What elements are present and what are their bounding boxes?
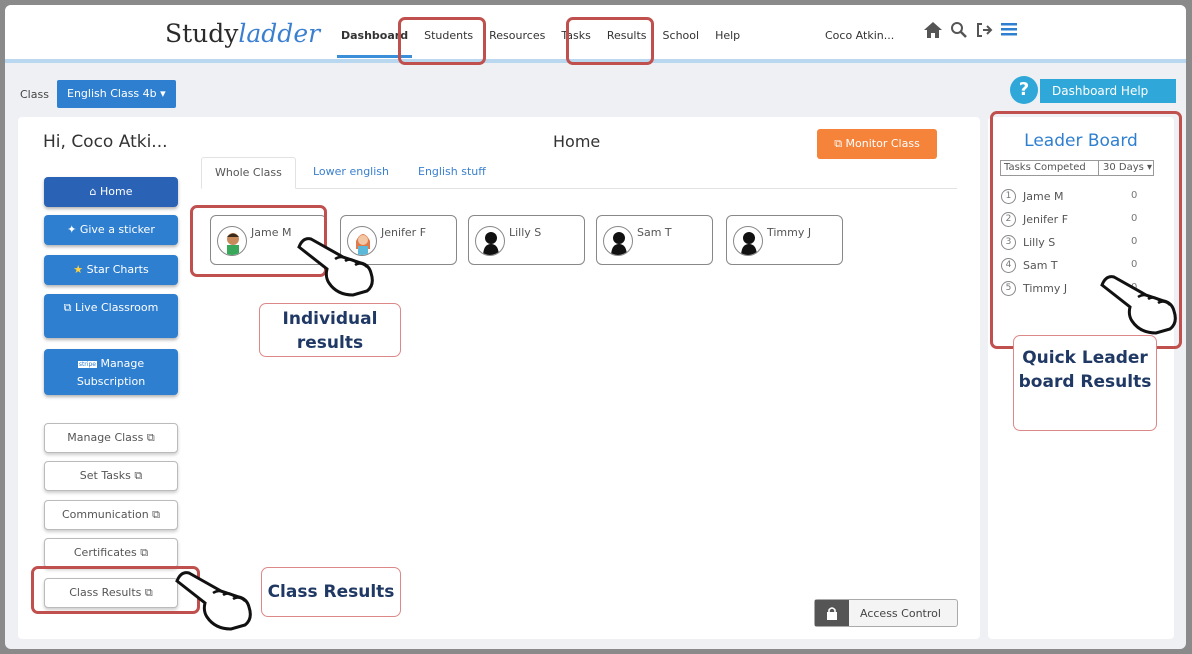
pointing-hand-icon (173, 571, 255, 639)
give-sticker-button[interactable]: ✦ Give a sticker (44, 215, 178, 245)
class-label: Class (20, 88, 49, 101)
logout-icon[interactable] (975, 21, 993, 44)
student-card[interactable]: Lilly S (468, 215, 585, 265)
stripe-icon: stripe (77, 360, 97, 368)
certificates-button[interactable]: Certificates ⧉ (44, 538, 178, 568)
student-card[interactable]: Sam T (596, 215, 713, 265)
page-title: Home (553, 132, 601, 151)
star-charts-button[interactable]: ★ Star Charts (44, 255, 178, 285)
class-bar: Class English Class 4b ▾ ? Dashboard Hel… (5, 76, 1186, 110)
nav-help[interactable]: Help (715, 29, 740, 42)
callout-individual-results: Individual results (259, 303, 401, 357)
main-panel: Hi, Coco Atki... Home ⧉ Monitor Class Wh… (18, 117, 980, 639)
live-classroom-button[interactable]: ⧉ Live Classroom (44, 294, 178, 338)
student-name: Jenifer F (381, 226, 427, 239)
external-link-icon: ⧉ (152, 508, 161, 521)
app-frame: Studyladder Dashboard Students Resources… (5, 5, 1186, 649)
sticker-icon: ✦ (67, 223, 77, 236)
nav-resources[interactable]: Resources (489, 29, 545, 42)
communication-button[interactable]: Communication ⧉ (44, 500, 178, 530)
monitor-class-button[interactable]: ⧉ Monitor Class (817, 129, 937, 159)
set-tasks-button[interactable]: Set Tasks ⧉ (44, 461, 178, 491)
access-control-button[interactable]: Access Control (814, 599, 958, 627)
caret-down-icon: ▾ (160, 87, 166, 100)
question-icon[interactable]: ? (1010, 76, 1038, 104)
pointing-hand-icon (1098, 275, 1180, 343)
callout-leader-board: Quick Leader board Results (1013, 335, 1157, 431)
classroom-icon: ⧉ (63, 301, 72, 314)
pointing-hand-icon (295, 237, 377, 305)
user-name[interactable]: Coco Atkin... (825, 29, 894, 42)
student-name: Sam T (637, 226, 672, 239)
silhouette-avatar (475, 226, 505, 256)
monitor-icon: ⧉ (834, 137, 843, 150)
callout-class-results: Class Results (261, 567, 401, 617)
manage-subscription-button[interactable]: stripe Manage Subscription (44, 349, 178, 395)
external-link-icon: ⧉ (146, 431, 155, 444)
silhouette-avatar (603, 226, 633, 256)
student-card[interactable]: Timmy J (726, 215, 843, 265)
nav-school[interactable]: School (663, 29, 700, 42)
tab-english-stuff[interactable]: English stuff (418, 157, 486, 189)
tab-whole-class[interactable]: Whole Class (201, 157, 296, 189)
external-link-icon: ⧉ (134, 469, 143, 482)
studyladder-logo[interactable]: Studyladder (165, 19, 320, 48)
highlight-students-nav (398, 17, 486, 65)
tab-lower-english[interactable]: Lower english (313, 157, 389, 189)
greeting: Hi, Coco Atki... (43, 132, 168, 152)
manage-class-button[interactable]: Manage Class ⧉ (44, 423, 178, 453)
dashboard-help-button[interactable]: Dashboard Help (1040, 79, 1176, 103)
student-name: Lilly S (509, 226, 542, 239)
group-tabs: Whole Class Lower english English stuff (201, 157, 957, 189)
search-icon[interactable] (950, 21, 968, 44)
home-icon: ⌂ (89, 185, 97, 198)
highlight-results-nav (566, 17, 654, 65)
hamburger-menu-icon[interactable] (1001, 21, 1017, 42)
star-chart-icon: ★ (73, 263, 84, 276)
home-icon[interactable] (923, 21, 943, 44)
external-link-icon: ⧉ (140, 546, 149, 559)
silhouette-avatar (733, 226, 763, 256)
class-select-dropdown[interactable]: English Class 4b ▾ (57, 80, 176, 108)
sidebar-home-button[interactable]: ⌂ Home (44, 177, 178, 207)
lock-icon (815, 600, 849, 626)
student-name: Timmy J (767, 226, 812, 239)
